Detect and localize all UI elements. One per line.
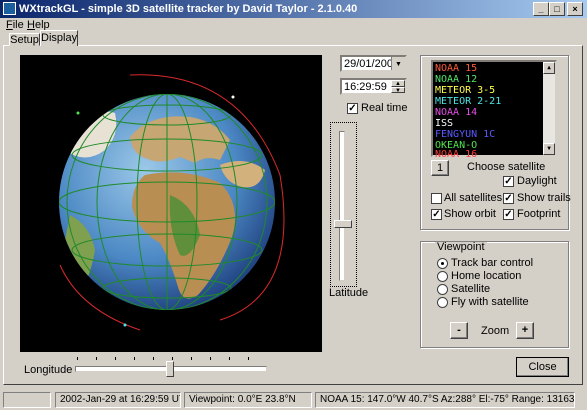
- status-pane-empty: [3, 392, 51, 408]
- daylight-label: Daylight: [517, 175, 557, 187]
- app-icon: [3, 2, 16, 15]
- status-bar: 2002-Jan-29 at 16:29:59 UTC Viewpoint: 0…: [0, 390, 587, 410]
- list-item[interactable]: NOAA 12: [435, 74, 477, 85]
- latitude-label: Latitude: [329, 287, 369, 299]
- menu-file[interactable]: File: [6, 18, 24, 32]
- globe-render: [59, 74, 285, 331]
- list-item[interactable]: FENGYUN 1C: [435, 129, 495, 140]
- show-trails-checkbox[interactable]: ✓: [503, 193, 514, 204]
- viewpoint-radio-fly[interactable]: [437, 297, 448, 308]
- satellite-marker: [123, 323, 127, 327]
- viewpoint-group-title: Viewpoint: [435, 241, 487, 253]
- globe-view[interactable]: [20, 55, 322, 352]
- zoom-label: Zoom: [481, 325, 510, 337]
- list-item[interactable]: METEOR 2-21: [435, 96, 501, 107]
- footprint-label: Footprint: [517, 208, 561, 220]
- scroll-down-icon[interactable]: ▼: [543, 143, 555, 155]
- menu-bar: File Help: [0, 18, 587, 32]
- maximize-button[interactable]: □: [549, 2, 565, 16]
- close-button[interactable]: Close: [516, 357, 569, 377]
- minimize-button[interactable]: _: [533, 2, 549, 16]
- longitude-label: Longitude: [24, 364, 73, 376]
- all-satellites-checkbox[interactable]: [431, 193, 442, 204]
- latitude-thumb[interactable]: [334, 220, 352, 228]
- status-viewpoint: Viewpoint: 0.0°E 23.8°N: [184, 392, 312, 408]
- viewpoint-radio-track-bar[interactable]: [437, 258, 448, 269]
- daylight-checkbox[interactable]: ✓: [503, 176, 514, 187]
- viewpoint-option-label: Satellite: [451, 283, 491, 295]
- close-window-button[interactable]: ×: [567, 2, 583, 16]
- spin-down-icon[interactable]: ▼: [391, 86, 405, 93]
- tab-setup[interactable]: Setup: [9, 33, 40, 46]
- tab-display[interactable]: Display: [40, 30, 78, 46]
- date-picker[interactable]: 29/01/2002 ▼: [340, 55, 407, 72]
- satellite-marker: [231, 95, 235, 99]
- viewpoint-radio-satellite[interactable]: [437, 284, 448, 295]
- longitude-thumb[interactable]: [166, 361, 174, 377]
- viewpoint-radio-home[interactable]: [437, 271, 448, 282]
- list-item[interactable]: ISS: [435, 118, 453, 129]
- zoom-in-button[interactable]: +: [516, 322, 534, 339]
- longitude-ticks: [77, 357, 265, 360]
- choose-satellite-number-button[interactable]: 1: [431, 160, 449, 176]
- title-bar: WXtrackGL - simple 3D satellite tracker …: [0, 0, 587, 18]
- status-datetime: 2002-Jan-29 at 16:29:59 UTC: [55, 392, 181, 408]
- list-item[interactable]: METEOR 3-5: [435, 85, 495, 96]
- viewpoint-option-label: Fly with satellite: [451, 296, 529, 308]
- satellite-list-scrollbar[interactable]: ▲ ▼: [543, 62, 555, 155]
- footprint-checkbox[interactable]: ✓: [503, 209, 514, 220]
- status-satellite: NOAA 15: 147.0°W 40.7°S Az:288° El:-75° …: [315, 392, 575, 408]
- latitude-trackbar[interactable]: [330, 122, 357, 287]
- realtime-checkbox[interactable]: ✓: [347, 103, 358, 114]
- viewpoint-option-label: Home location: [451, 270, 522, 282]
- longitude-trackbar[interactable]: [73, 355, 269, 379]
- show-trails-label: Show trails: [517, 192, 571, 204]
- zoom-out-button[interactable]: -: [450, 322, 468, 339]
- show-orbit-label: Show orbit: [444, 208, 496, 220]
- chevron-down-icon[interactable]: ▼: [391, 57, 405, 70]
- list-item[interactable]: NOAA 15: [435, 63, 477, 74]
- scroll-up-icon[interactable]: ▲: [543, 62, 555, 74]
- viewpoint-option-label: Track bar control: [451, 257, 534, 269]
- satellite-marker: [76, 111, 80, 115]
- time-value: 16:29:59: [344, 81, 387, 93]
- show-orbit-checkbox[interactable]: ✓: [431, 209, 442, 220]
- all-satellites-label: All satellites: [444, 192, 503, 204]
- list-item[interactable]: NOAA 14: [435, 107, 477, 118]
- list-item[interactable]: NOAA 16: [435, 149, 477, 160]
- realtime-label: Real time: [361, 102, 408, 114]
- choose-satellite-label: Choose satellite: [467, 161, 546, 173]
- time-spinner[interactable]: 16:29:59 ▲ ▼: [340, 78, 407, 95]
- latitude-track: [339, 131, 345, 281]
- satellite-list[interactable]: NOAA 15 NOAA 12 METEOR 3-5 METEOR 2-21 N…: [431, 60, 557, 160]
- window-title: WXtrackGL - simple 3D satellite tracker …: [19, 3, 358, 15]
